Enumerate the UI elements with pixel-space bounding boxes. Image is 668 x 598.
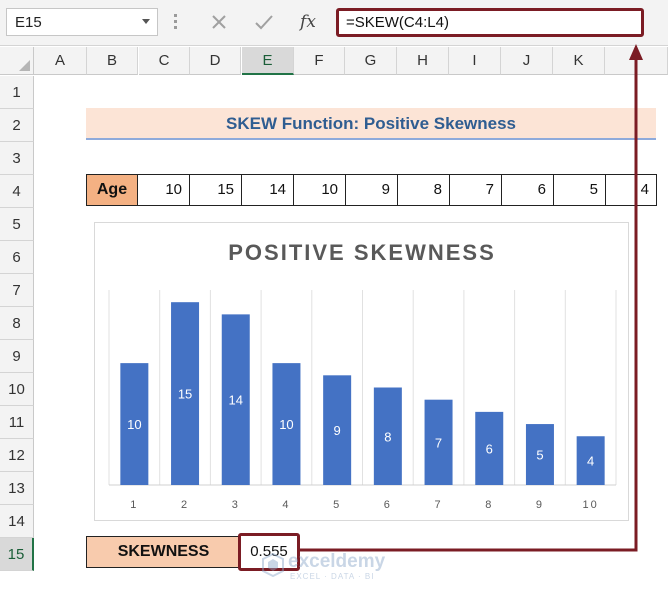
chart-tick-label: 3 — [232, 499, 240, 511]
row-header-15[interactable]: 15 — [0, 538, 34, 571]
chart-data-label: 4 — [587, 454, 594, 469]
formula-bar: E15 fx =SKEW(C4:L4) — [0, 0, 668, 46]
age-value-cell[interactable]: 5 — [554, 174, 606, 206]
chart-tick-label: 10 — [583, 499, 599, 511]
age-value-cell[interactable]: 10 — [294, 174, 346, 206]
watermark-tagline: EXCEL · DATA · BI — [290, 572, 375, 581]
row-header-14[interactable]: 14 — [0, 505, 34, 538]
chart-data-label: 10 — [127, 417, 141, 432]
row-header-3[interactable]: 3 — [0, 142, 34, 175]
chart-data-label: 15 — [178, 387, 192, 402]
formula-text: =SKEW(C4:L4) — [346, 14, 449, 31]
age-value-cell[interactable]: 9 — [346, 174, 398, 206]
chart-tick-label: 7 — [434, 499, 442, 511]
select-all-icon — [19, 60, 30, 71]
name-box[interactable]: E15 — [6, 8, 158, 36]
age-value-cell[interactable]: 7 — [450, 174, 502, 206]
watermark-name: exceldemy — [288, 551, 386, 572]
row-header-6[interactable]: 6 — [0, 241, 34, 274]
checkmark-icon — [255, 15, 273, 30]
chart-tick-label: 9 — [536, 499, 544, 511]
chart-tick-label: 2 — [181, 499, 189, 511]
chart-data-label: 9 — [334, 423, 341, 438]
column-header-h[interactable]: H — [397, 47, 449, 75]
chevron-down-icon[interactable] — [142, 19, 150, 24]
age-value-cell[interactable]: 4 — [606, 174, 657, 206]
sheet-title: SKEW Function: Positive Skewness — [86, 108, 656, 140]
column-header-k[interactable]: K — [553, 47, 605, 75]
chart-tick-label: 1 — [130, 499, 138, 511]
column-header-overflow[interactable] — [605, 47, 668, 75]
age-label-cell[interactable]: Age — [86, 174, 138, 206]
row-header-11[interactable]: 11 — [0, 406, 34, 439]
skewness-label-cell[interactable]: SKEWNESS — [86, 536, 241, 568]
chart-canvas: POSITIVE SKEWNESS 10 1 15 2 14 3 10 4 9 5 8 6 7 7 6 8 5 9 4… — [108, 240, 617, 511]
column-header-j[interactable]: J — [501, 47, 553, 75]
row-header-10[interactable]: 10 — [0, 373, 34, 406]
chart-data-label: 5 — [536, 448, 543, 463]
insert-function-button[interactable]: fx — [293, 8, 323, 36]
column-header-g[interactable]: G — [345, 47, 397, 75]
row-header-5[interactable]: 5 — [0, 208, 34, 241]
exceldemy-watermark: exceldemy EXCEL · DATA · BI — [262, 551, 432, 583]
chart-data-label: 14 — [229, 393, 243, 408]
exceldemy-logo-icon — [262, 553, 284, 577]
column-header-f[interactable]: F — [294, 47, 345, 75]
age-value-cell[interactable]: 10 — [138, 174, 190, 206]
row-header-12[interactable]: 12 — [0, 439, 34, 472]
age-value-cell[interactable]: 8 — [398, 174, 450, 206]
column-header-c[interactable]: C — [139, 47, 190, 75]
row-header-1[interactable]: 1 — [0, 76, 34, 109]
row-header-7[interactable]: 7 — [0, 274, 34, 307]
close-icon — [212, 15, 226, 29]
row-header-4[interactable]: 4 — [0, 175, 34, 208]
age-value-cell[interactable]: 14 — [242, 174, 294, 206]
row-header-8[interactable]: 8 — [0, 307, 34, 340]
chart-tick-label: 4 — [282, 499, 290, 511]
skewness-chart[interactable]: POSITIVE SKEWNESS 10 1 15 2 14 3 10 4 9 5 8 6 7 7 6 8 5 9 4… — [94, 222, 629, 521]
drag-handle-icon[interactable] — [174, 14, 178, 32]
column-header-e[interactable]: E — [242, 47, 294, 75]
chart-title: POSITIVE SKEWNESS — [228, 240, 496, 265]
chart-tick-label: 6 — [384, 499, 392, 511]
age-value-cell[interactable]: 6 — [502, 174, 554, 206]
fx-icon: fx — [300, 12, 316, 32]
row-header-2[interactable]: 2 — [0, 109, 34, 142]
chart-tick-label: 5 — [333, 499, 341, 511]
select-all-button[interactable] — [0, 47, 34, 75]
chart-tick-label: 8 — [485, 499, 493, 511]
row-header-13[interactable]: 13 — [0, 472, 34, 505]
column-header-d[interactable]: D — [190, 47, 241, 75]
column-header-b[interactable]: B — [87, 47, 138, 75]
column-header-a[interactable]: A — [34, 47, 87, 75]
chart-data-label: 7 — [435, 435, 442, 450]
formula-input[interactable]: =SKEW(C4:L4) — [336, 8, 644, 37]
chart-data-label: 10 — [279, 417, 293, 432]
age-value-cell[interactable]: 15 — [190, 174, 242, 206]
enter-button[interactable] — [251, 9, 277, 35]
chart-data-label: 6 — [486, 441, 493, 456]
column-header-i[interactable]: I — [449, 47, 501, 75]
name-box-value: E15 — [15, 14, 42, 31]
row-header-9[interactable]: 9 — [0, 340, 34, 373]
cancel-button[interactable] — [206, 9, 232, 35]
chart-data-label: 8 — [384, 429, 391, 444]
